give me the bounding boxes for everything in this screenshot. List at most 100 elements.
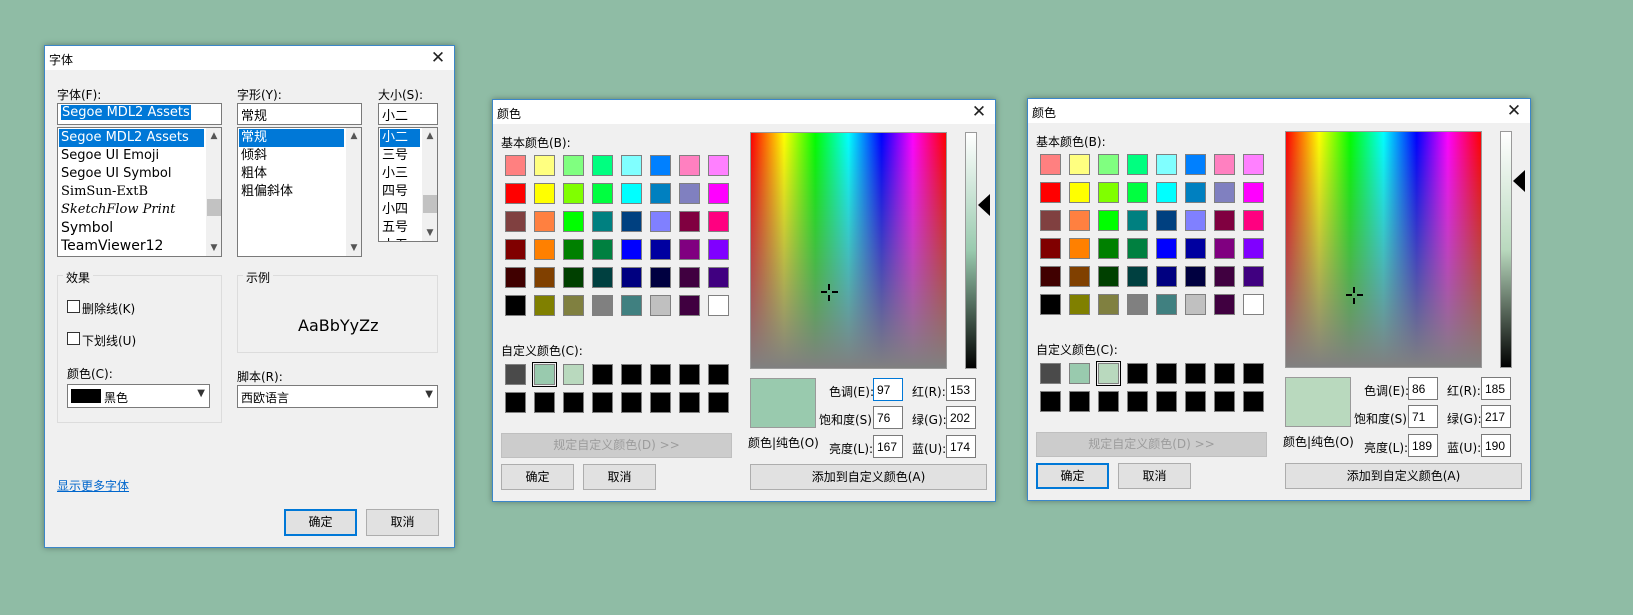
saturation-input[interactable] bbox=[873, 406, 903, 429]
custom-color-swatch[interactable] bbox=[1040, 363, 1061, 384]
basic-color-swatch[interactable] bbox=[650, 155, 671, 176]
basic-color-swatch[interactable] bbox=[1214, 294, 1235, 315]
basic-color-swatch[interactable] bbox=[679, 267, 700, 288]
basic-color-swatch[interactable] bbox=[1214, 266, 1235, 287]
basic-color-swatch[interactable] bbox=[650, 239, 671, 260]
basic-color-swatch[interactable] bbox=[592, 267, 613, 288]
custom-color-swatch[interactable] bbox=[1214, 391, 1235, 412]
basic-color-swatch[interactable] bbox=[1069, 182, 1090, 203]
basic-color-swatch[interactable] bbox=[621, 267, 642, 288]
scroll-up-icon[interactable]: ▲ bbox=[422, 128, 437, 144]
more-fonts-link[interactable]: 显示更多字体 bbox=[57, 477, 129, 494]
basic-color-swatch[interactable] bbox=[1214, 154, 1235, 175]
basic-color-swatch[interactable] bbox=[534, 183, 555, 204]
basic-color-swatch[interactable] bbox=[1185, 238, 1206, 259]
custom-color-swatch[interactable] bbox=[1069, 391, 1090, 412]
basic-color-swatch[interactable] bbox=[621, 183, 642, 204]
green-input[interactable] bbox=[946, 406, 976, 429]
basic-color-swatch[interactable] bbox=[1243, 238, 1264, 259]
ok-button[interactable]: 确定 bbox=[284, 509, 357, 536]
close-icon[interactable]: ✕ bbox=[428, 47, 448, 69]
custom-color-swatch[interactable] bbox=[563, 392, 584, 413]
basic-color-swatch[interactable] bbox=[563, 267, 584, 288]
basic-color-swatch[interactable] bbox=[534, 155, 555, 176]
solid-color-label[interactable]: 颜色|纯色(O) bbox=[748, 434, 819, 451]
size-list-item[interactable]: 小三 bbox=[380, 165, 420, 183]
custom-color-swatch[interactable] bbox=[1069, 363, 1090, 384]
basic-color-swatch[interactable] bbox=[1127, 238, 1148, 259]
add-to-custom-colors-button[interactable]: 添加到自定义颜色(A) bbox=[1285, 463, 1522, 489]
ok-button[interactable]: 确定 bbox=[1036, 463, 1109, 489]
strikeout-label[interactable]: 删除线(K) bbox=[82, 300, 135, 317]
luminance-slider[interactable] bbox=[965, 132, 977, 369]
define-custom-colors-button[interactable]: 规定自定义颜色(D) >> bbox=[501, 433, 732, 458]
basic-color-swatch[interactable] bbox=[1069, 154, 1090, 175]
basic-color-swatch[interactable] bbox=[1127, 266, 1148, 287]
basic-color-swatch[interactable] bbox=[679, 295, 700, 316]
scroll-down-icon[interactable]: ▼ bbox=[346, 240, 361, 256]
custom-color-swatch[interactable] bbox=[708, 392, 729, 413]
size-list-item[interactable]: 三号 bbox=[380, 147, 420, 165]
color-spectrum[interactable] bbox=[750, 132, 947, 369]
chevron-down-icon[interactable]: ▼ bbox=[197, 388, 205, 399]
basic-color-swatch[interactable] bbox=[505, 239, 526, 260]
font-list-item[interactable]: SketchFlow Print bbox=[59, 201, 204, 219]
basic-color-swatch[interactable] bbox=[563, 183, 584, 204]
basic-color-swatch[interactable] bbox=[1243, 154, 1264, 175]
size-list-item[interactable]: 四号 bbox=[380, 183, 420, 201]
style-list-item[interactable]: 倾斜 bbox=[239, 147, 344, 165]
basic-color-swatch[interactable] bbox=[1214, 210, 1235, 231]
basic-color-swatch[interactable] bbox=[679, 239, 700, 260]
solid-color-label[interactable]: 颜色|纯色(O) bbox=[1283, 433, 1354, 450]
basic-color-swatch[interactable] bbox=[1127, 154, 1148, 175]
custom-color-swatch[interactable] bbox=[1098, 391, 1119, 412]
underline-checkbox[interactable] bbox=[67, 332, 80, 345]
basic-color-swatch[interactable] bbox=[563, 155, 584, 176]
cancel-button[interactable]: 取消 bbox=[1118, 463, 1191, 489]
basic-color-swatch[interactable] bbox=[708, 155, 729, 176]
font-list-item[interactable]: Symbol bbox=[59, 219, 204, 237]
hue-input[interactable] bbox=[873, 378, 903, 401]
font-list[interactable]: TeamViewer12 Symbol SketchFlow Print SimSun… bbox=[57, 127, 222, 257]
font-list-item[interactable]: TeamViewer12 bbox=[59, 237, 204, 255]
style-list-item[interactable]: 粗体 bbox=[239, 165, 344, 183]
basic-color-swatch[interactable] bbox=[505, 295, 526, 316]
custom-color-swatch[interactable] bbox=[532, 362, 557, 387]
custom-color-swatch[interactable] bbox=[534, 392, 555, 413]
custom-color-swatch[interactable] bbox=[1243, 363, 1264, 384]
basic-color-swatch[interactable] bbox=[1098, 294, 1119, 315]
underline-label[interactable]: 下划线(U) bbox=[82, 332, 136, 349]
color-combo[interactable]: 黑色 ▼ bbox=[67, 384, 210, 408]
basic-color-swatch[interactable] bbox=[1156, 182, 1177, 203]
basic-color-swatch[interactable] bbox=[1156, 294, 1177, 315]
basic-color-swatch[interactable] bbox=[1069, 266, 1090, 287]
size-list-item[interactable]: 小四 bbox=[380, 201, 420, 219]
scroll-thumb[interactable] bbox=[423, 195, 437, 213]
basic-color-swatch[interactable] bbox=[708, 295, 729, 316]
custom-color-swatch[interactable] bbox=[1185, 391, 1206, 412]
chevron-down-icon[interactable]: ▼ bbox=[425, 389, 433, 400]
basic-color-swatch[interactable] bbox=[650, 295, 671, 316]
custom-color-swatch[interactable] bbox=[679, 364, 700, 385]
scroll-thumb[interactable] bbox=[207, 199, 221, 216]
style-list-scrollbar[interactable]: ▲ ▼ bbox=[345, 128, 361, 256]
add-to-custom-colors-button[interactable]: 添加到自定义颜色(A) bbox=[750, 464, 987, 490]
basic-color-swatch[interactable] bbox=[1069, 210, 1090, 231]
basic-color-swatch[interactable] bbox=[1156, 266, 1177, 287]
basic-color-swatch[interactable] bbox=[621, 295, 642, 316]
basic-color-swatch[interactable] bbox=[505, 267, 526, 288]
hue-input[interactable] bbox=[1408, 377, 1438, 400]
custom-color-swatch[interactable] bbox=[679, 392, 700, 413]
scroll-up-icon[interactable]: ▲ bbox=[346, 128, 361, 144]
custom-color-swatch[interactable] bbox=[505, 392, 526, 413]
basic-color-swatch[interactable] bbox=[679, 211, 700, 232]
basic-color-swatch[interactable] bbox=[1185, 266, 1206, 287]
red-input[interactable] bbox=[1481, 377, 1511, 400]
basic-color-swatch[interactable] bbox=[592, 211, 613, 232]
red-input[interactable] bbox=[946, 378, 976, 401]
basic-color-swatch[interactable] bbox=[1185, 210, 1206, 231]
basic-color-swatch[interactable] bbox=[1185, 154, 1206, 175]
custom-color-swatch[interactable] bbox=[563, 364, 584, 385]
basic-color-swatch[interactable] bbox=[592, 239, 613, 260]
basic-color-swatch[interactable] bbox=[650, 267, 671, 288]
